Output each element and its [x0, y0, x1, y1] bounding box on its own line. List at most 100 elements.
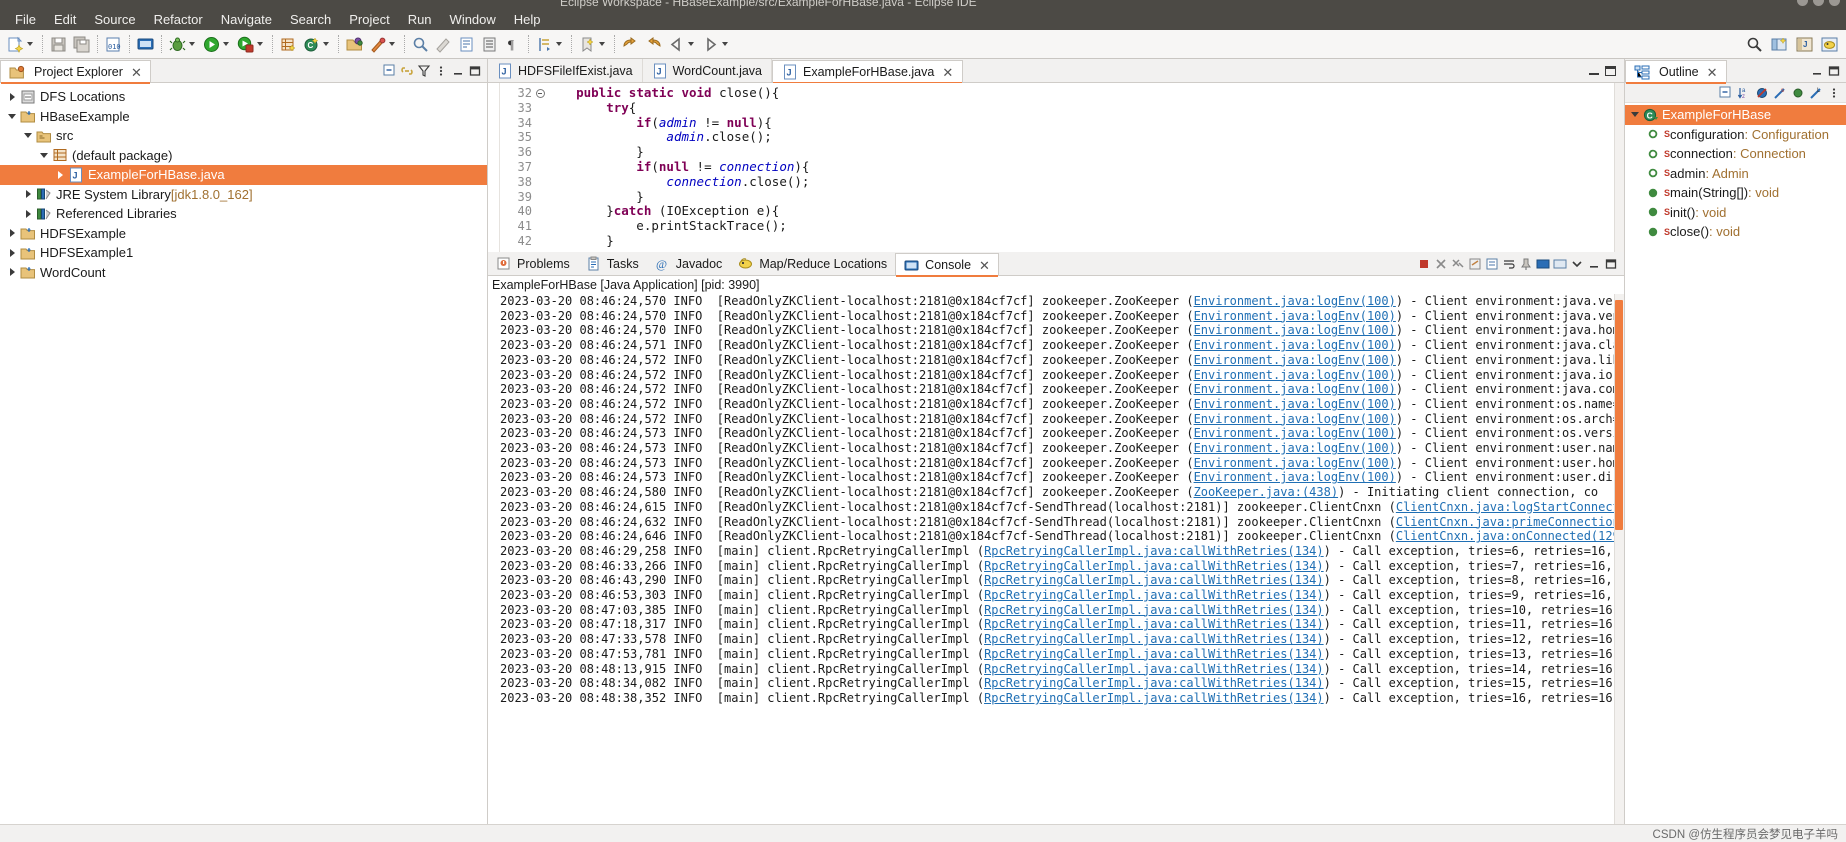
run-dropdown-arrow[interactable] [223, 42, 229, 46]
chevron-right-icon[interactable] [20, 190, 36, 199]
search-button[interactable] [409, 32, 432, 56]
chevron-down-icon[interactable] [4, 113, 20, 119]
code-line[interactable]: }catch (IOException e){ [546, 203, 1624, 219]
outline-tree[interactable]: C ExampleForHBase Sconfiguration : Configu… [1625, 103, 1846, 824]
next-annotation-button[interactable] [455, 32, 478, 56]
tree-item-src[interactable]: src [0, 126, 487, 146]
maximize-icon[interactable] [1827, 64, 1841, 78]
outline-toolbar[interactable]: az s L [1625, 83, 1846, 103]
stacktrace-link[interactable]: Environment.java:logEnv(100) [1194, 368, 1396, 382]
annotation-ruler[interactable] [488, 83, 500, 252]
terminate-icon[interactable] [1417, 257, 1431, 271]
stacktrace-link[interactable]: Environment.java:logEnv(100) [1194, 382, 1396, 396]
folding-column[interactable] [534, 83, 546, 252]
stacktrace-link[interactable]: RpcRetryingCallerImpl.java:callWithRetri… [984, 647, 1324, 661]
open-perspective-icon[interactable] [1771, 36, 1788, 53]
stacktrace-link[interactable]: Environment.java:logEnv(100) [1194, 323, 1396, 337]
code-line[interactable]: if(admin != null){ [546, 115, 1624, 131]
new-java-project-button[interactable] [277, 32, 300, 56]
java-perspective-icon[interactable]: J [1796, 36, 1813, 53]
minimize-icon[interactable] [1587, 257, 1601, 271]
new-class-dropdown-arrow[interactable] [323, 42, 329, 46]
collapse-all-icon[interactable] [383, 64, 397, 78]
chevron-down-icon[interactable] [1627, 112, 1643, 118]
tree-item-jre-system-library[interactable]: JRE System Library [jdk1.8.0_162] [0, 185, 487, 205]
code-line[interactable]: public static void close(){ [546, 85, 1624, 101]
debug-dropdown-arrow[interactable] [189, 42, 195, 46]
code-line[interactable]: e.printStackTrace(); [546, 218, 1624, 234]
stacktrace-link[interactable]: RpcRetryingCallerImpl.java:callWithRetri… [984, 676, 1324, 690]
maximize-icon[interactable] [1604, 257, 1618, 271]
last-edit-button[interactable] [432, 32, 455, 56]
open-type-button[interactable] [343, 32, 366, 56]
collapse-all-icon[interactable] [1719, 86, 1733, 100]
chevron-right-icon[interactable] [20, 209, 36, 218]
remove-all-terminated-icon[interactable] [1451, 257, 1465, 271]
menu-project[interactable]: Project [340, 10, 398, 29]
console-tab-console[interactable]: Console ✕ [895, 253, 999, 277]
sort-icon[interactable]: az [1737, 86, 1751, 100]
quick-access-search-icon[interactable] [1746, 36, 1763, 53]
console-tab-javadoc[interactable]: @ Javadoc [646, 252, 731, 275]
editor-tab-exampleforhbase-java[interactable]: J ExampleForHBase.java ✕ [772, 60, 964, 84]
outline-item-configuration[interactable]: Sconfiguration : Configuration [1625, 125, 1846, 145]
hide-static-icon[interactable]: s [1773, 86, 1787, 100]
console-log-text[interactable]: 2023-03-20 08:46:24,570 INFO [ReadOnlyZK… [498, 294, 1624, 824]
close-icon[interactable]: ✕ [1707, 66, 1718, 79]
coverage-button[interactable] [234, 32, 268, 56]
stacktrace-link[interactable]: Environment.java:logEnv(100) [1194, 353, 1396, 367]
coverage-dropdown-arrow[interactable] [257, 42, 263, 46]
code-line[interactable]: } [546, 233, 1624, 249]
back-history-dropdown-arrow[interactable] [688, 42, 694, 46]
stacktrace-link[interactable]: ClientCnxn.java:primeConnection(8 [1396, 515, 1624, 529]
stacktrace-link[interactable]: Environment.java:logEnv(100) [1194, 309, 1396, 323]
stacktrace-link[interactable]: RpcRetryingCallerImpl.java:callWithRetri… [984, 632, 1324, 646]
remove-launch-icon[interactable] [1434, 257, 1448, 271]
console-tab-problems[interactable]: Problems [488, 252, 578, 275]
next-edit-dropdown-arrow[interactable] [556, 42, 562, 46]
save-all-button[interactable] [70, 32, 93, 56]
code-editor[interactable]: 32 33 34 35 36 37 38 39 40 41 42 public static voi… [488, 83, 1624, 252]
stacktrace-link[interactable]: RpcRetryingCallerImpl.java:callWithRetri… [984, 662, 1324, 676]
tab-outline[interactable]: Outline ✕ [1625, 60, 1727, 84]
menu-help[interactable]: Help [505, 10, 550, 29]
outline-item-close[interactable]: Sclose() : void [1625, 222, 1846, 242]
quick-fix-dropdown-arrow[interactable] [389, 42, 395, 46]
stacktrace-link[interactable]: Environment.java:logEnv(100) [1194, 397, 1396, 411]
show-whitespace-button[interactable]: ¶ [501, 32, 524, 56]
new-class-button[interactable]: C [300, 32, 334, 56]
chevron-down-icon[interactable] [20, 133, 36, 139]
new-wizard-dropdown-arrow[interactable] [27, 42, 33, 46]
word-wrap-icon[interactable] [1502, 257, 1516, 271]
chevron-right-icon[interactable] [4, 92, 20, 101]
editor-tabrow[interactable]: J HDFSFileIfExist.java J WordCount.java J Exa… [488, 59, 1624, 84]
outline-item-main-string[interactable]: Smain(String[]) : void [1625, 183, 1846, 203]
minimize-window-button[interactable] [1797, 0, 1808, 6]
tree-item-hdfsexample[interactable]: HDFSExample [0, 224, 487, 244]
menubar[interactable]: File Edit Source Refactor Navigate Search Proj… [0, 8, 1846, 30]
tree-item-wordcount[interactable]: WordCount [0, 263, 487, 283]
toolbar-right-group[interactable]: J [1744, 36, 1840, 53]
code-line[interactable]: try{ [546, 100, 1624, 116]
tree-item-referenced-libraries[interactable]: Referenced Libraries [0, 204, 487, 224]
outline-item-init[interactable]: Sinit() : void [1625, 203, 1846, 223]
code-text[interactable]: public static void close(){ try{ if(admi… [546, 83, 1624, 252]
close-icon[interactable]: ✕ [131, 66, 142, 79]
minimize-icon[interactable] [1810, 64, 1824, 78]
pin-console-icon[interactable] [1519, 257, 1533, 271]
code-line[interactable]: connection.close(); [546, 174, 1624, 190]
bookmark-dropdown-arrow[interactable] [599, 42, 605, 46]
editor-tab-wordcount-java[interactable]: J WordCount.java [642, 59, 773, 82]
stacktrace-link[interactable]: RpcRetryingCallerImpl.java:callWithRetri… [984, 603, 1324, 617]
chevron-right-icon[interactable] [4, 268, 20, 277]
back-button[interactable] [619, 32, 642, 56]
open-console-icon[interactable] [1553, 257, 1567, 271]
console-vertical-scrollbar[interactable] [1614, 294, 1624, 824]
code-line[interactable]: admin.close(); [546, 129, 1624, 145]
stacktrace-link[interactable]: RpcRetryingCallerImpl.java:callWithRetri… [984, 617, 1324, 631]
stacktrace-link[interactable]: Environment.java:logEnv(100) [1194, 338, 1396, 352]
console-tab-map-reduce-locations[interactable]: Map/Reduce Locations [730, 252, 896, 275]
code-line[interactable]: if(null != connection){ [546, 159, 1624, 175]
menu-source[interactable]: Source [85, 10, 144, 29]
editor-tab-hdfsfileifexist-java[interactable]: J HDFSFileIfExist.java [488, 59, 643, 82]
